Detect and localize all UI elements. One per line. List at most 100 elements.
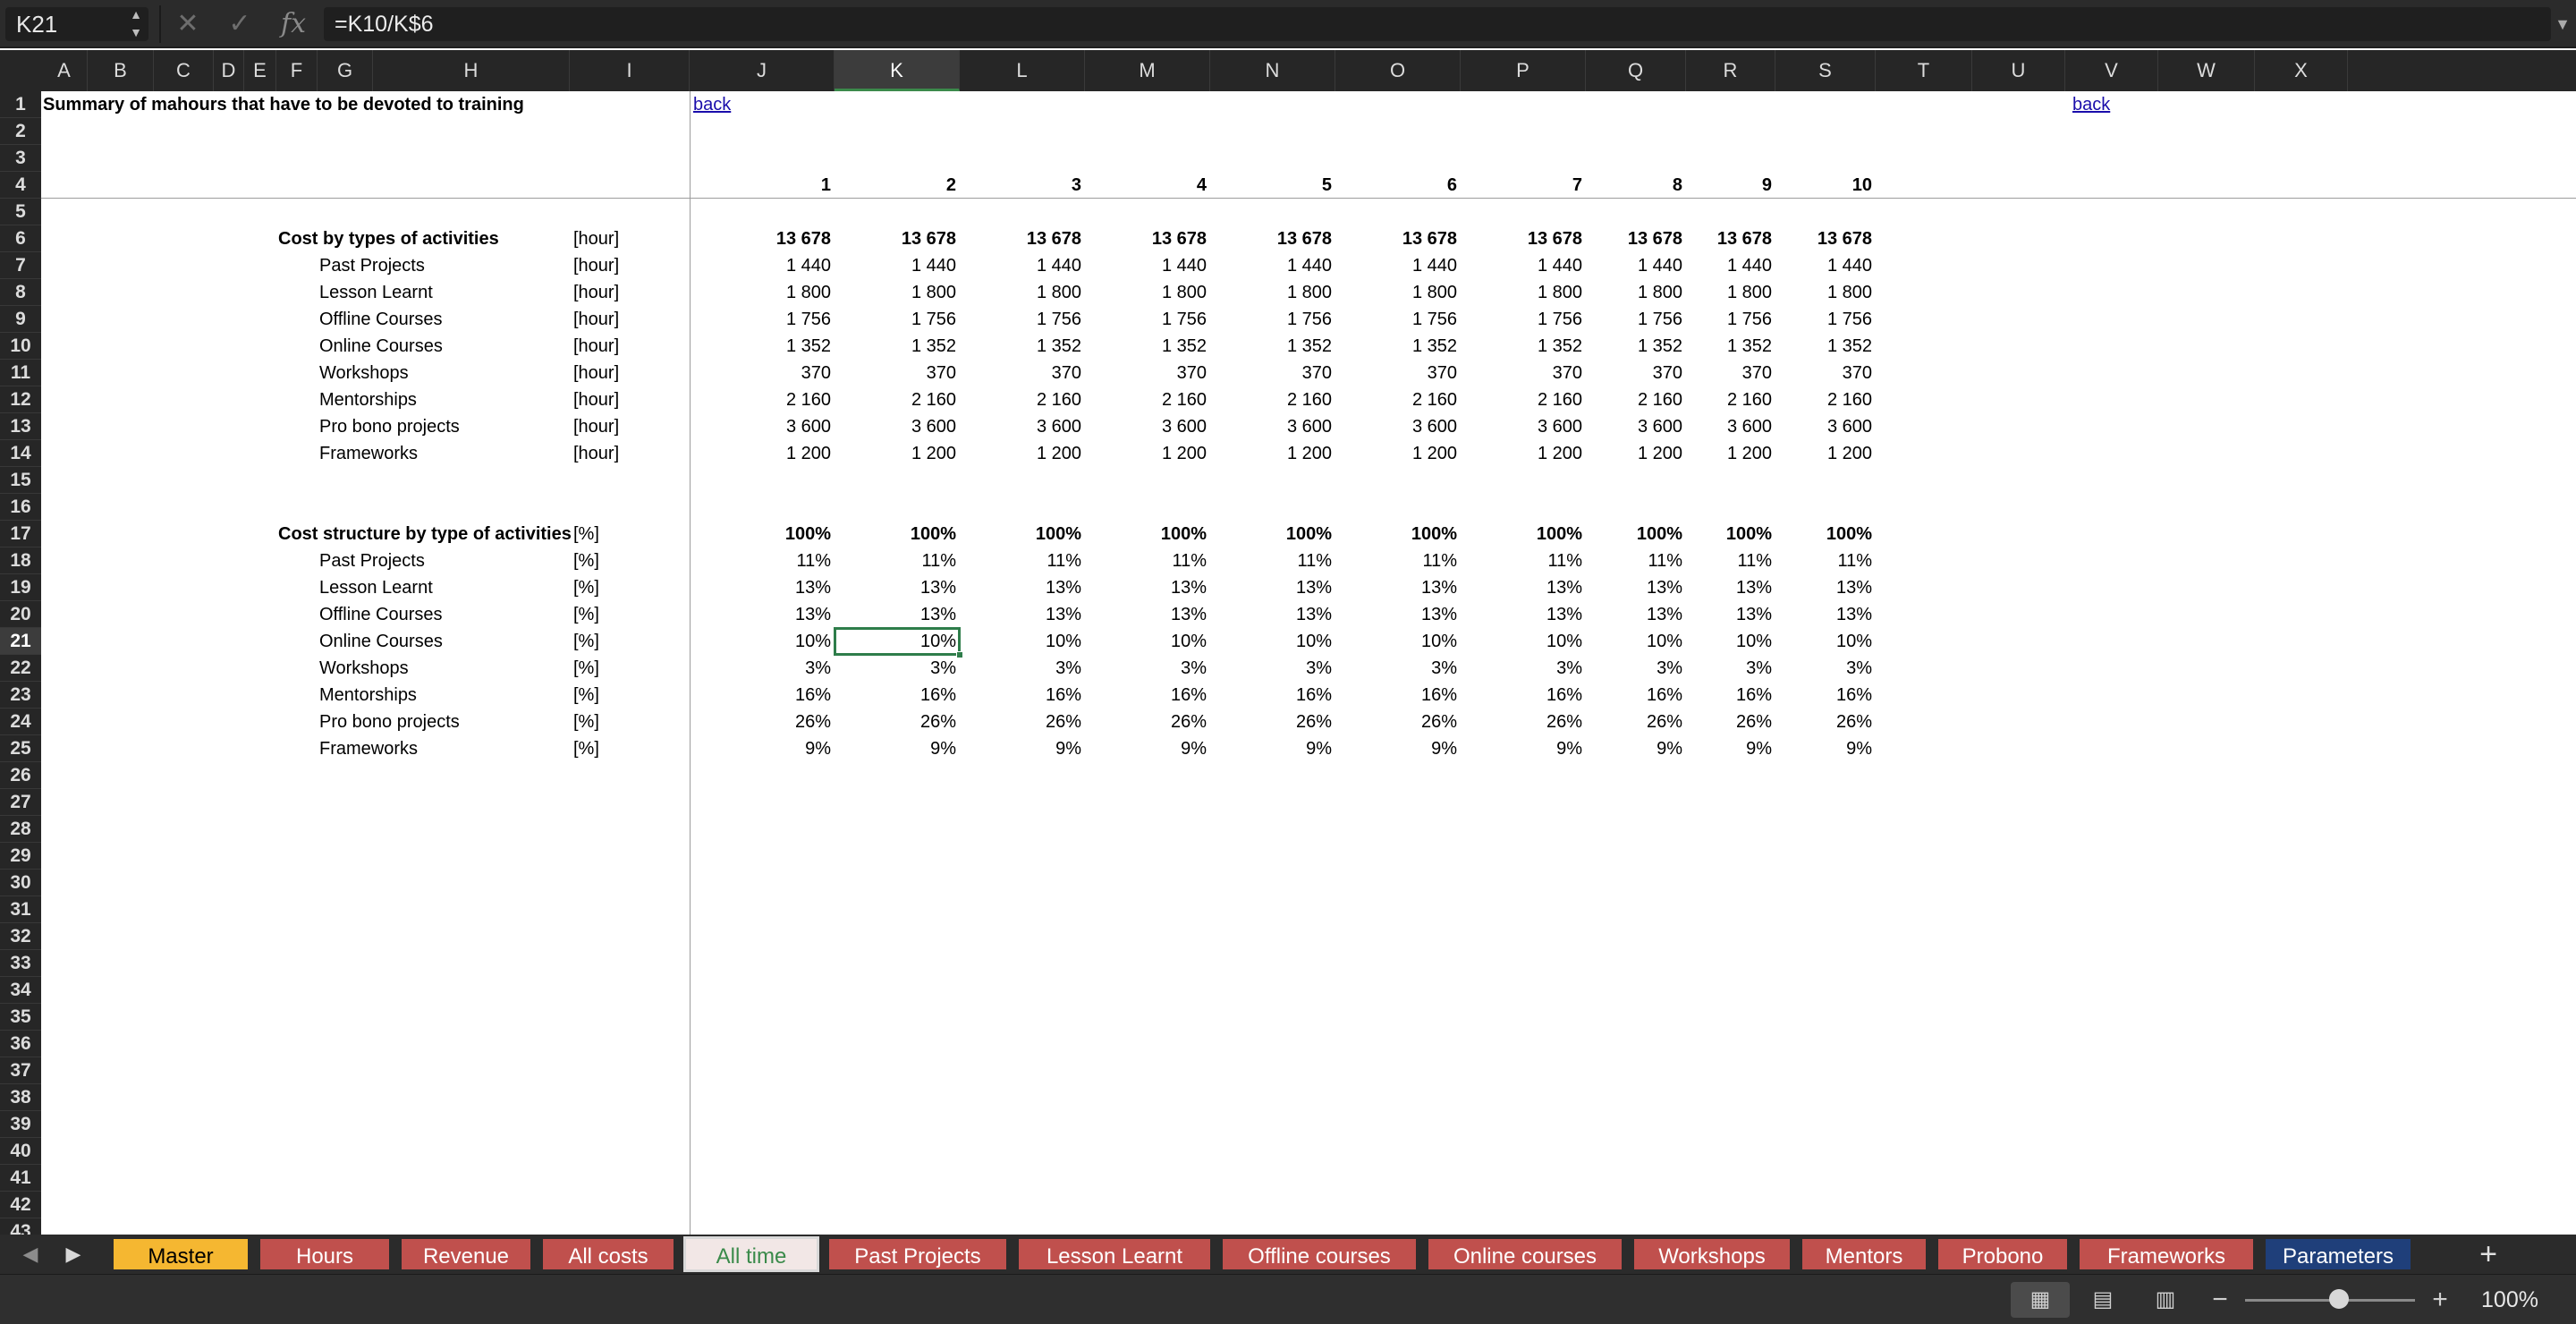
chevron-right-icon[interactable]: ▶	[55, 1235, 91, 1274]
sheet-tab-online-courses[interactable]: Online courses	[1426, 1236, 1624, 1272]
row-header-2[interactable]: 2	[0, 118, 41, 145]
row-header-39[interactable]: 39	[0, 1111, 41, 1138]
sheet-tab-mentors[interactable]: Mentors	[1800, 1236, 1928, 1272]
sheet-tab-parameters[interactable]: Parameters	[2263, 1236, 2413, 1272]
column-header-o[interactable]: O	[1335, 50, 1461, 91]
row-header-35[interactable]: 35	[0, 1004, 41, 1031]
row-header-25[interactable]: 25	[0, 735, 41, 762]
row-header-14[interactable]: 14	[0, 440, 41, 467]
chevron-left-icon[interactable]: ◀	[13, 1235, 48, 1274]
zoom-level[interactable]: 100%	[2460, 1282, 2560, 1318]
column-header-a[interactable]: A	[41, 50, 88, 91]
row-header-7[interactable]: 7	[0, 252, 41, 279]
sheet-tab-past-projects[interactable]: Past Projects	[826, 1236, 1009, 1272]
row-header-29[interactable]: 29	[0, 843, 41, 870]
row-header-20[interactable]: 20	[0, 601, 41, 628]
column-header-w[interactable]: W	[2158, 50, 2255, 91]
worksheet-grid[interactable]: Summary of mahours that have to be devot…	[41, 91, 2576, 1235]
row-header-28[interactable]: 28	[0, 816, 41, 843]
sheet-tab-revenue[interactable]: Revenue	[399, 1236, 533, 1272]
function-icon[interactable]: fx	[274, 5, 313, 43]
sheet-tab-probono[interactable]: Probono	[1936, 1236, 2070, 1272]
zoom-slider-thumb[interactable]	[2328, 1289, 2349, 1309]
name-box-stepper-icon[interactable]: ▲ ▼	[125, 5, 147, 43]
column-header-n[interactable]: N	[1210, 50, 1335, 91]
sheet-tab-all-costs[interactable]: All costs	[540, 1236, 676, 1272]
row-header-4[interactable]: 4	[0, 172, 41, 199]
column-header-m[interactable]: M	[1085, 50, 1210, 91]
row-header-36[interactable]: 36	[0, 1031, 41, 1057]
row-header-5[interactable]: 5	[0, 199, 41, 225]
column-header-f[interactable]: F	[276, 50, 318, 91]
column-header-g[interactable]: G	[318, 50, 373, 91]
row-header-19[interactable]: 19	[0, 574, 41, 601]
row-header-18[interactable]: 18	[0, 547, 41, 574]
row-header-1[interactable]: 1	[0, 91, 41, 118]
page-layout-view-button[interactable]: ▤	[2073, 1282, 2132, 1318]
column-header-c[interactable]: C	[154, 50, 214, 91]
row-header-9[interactable]: 9	[0, 306, 41, 333]
row-header-27[interactable]: 27	[0, 789, 41, 816]
row-header-32[interactable]: 32	[0, 923, 41, 950]
sheet-tab-workshops[interactable]: Workshops	[1631, 1236, 1792, 1272]
page-break-view-button[interactable]: ▥	[2136, 1282, 2195, 1318]
row-header-31[interactable]: 31	[0, 896, 41, 923]
row-header-13[interactable]: 13	[0, 413, 41, 440]
row-header-33[interactable]: 33	[0, 950, 41, 977]
sheet-tab-master[interactable]: Master	[111, 1236, 250, 1272]
column-header-u[interactable]: U	[1972, 50, 2065, 91]
back-link[interactable]: back	[693, 91, 747, 118]
column-header-t[interactable]: T	[1876, 50, 1972, 91]
check-icon[interactable]: ✓	[220, 5, 259, 43]
sheet-tab-hours[interactable]: Hours	[258, 1236, 392, 1272]
column-header-q[interactable]: Q	[1586, 50, 1686, 91]
row-header-37[interactable]: 37	[0, 1057, 41, 1084]
plus-icon[interactable]: +	[2424, 1280, 2456, 1320]
row-header-12[interactable]: 12	[0, 386, 41, 413]
row-header-16[interactable]: 16	[0, 494, 41, 521]
row-header-11[interactable]: 11	[0, 360, 41, 386]
column-header-h[interactable]: H	[373, 50, 570, 91]
column-header-e[interactable]: E	[244, 50, 276, 91]
plus-icon[interactable]: +	[2469, 1235, 2508, 1274]
column-header-x[interactable]: X	[2255, 50, 2348, 91]
row-header-8[interactable]: 8	[0, 279, 41, 306]
minus-icon[interactable]: −	[2204, 1280, 2236, 1320]
row-header-30[interactable]: 30	[0, 870, 41, 896]
row-header-21[interactable]: 21	[0, 628, 41, 655]
back-link[interactable]: back	[2072, 91, 2126, 118]
sheet-tab-lesson-learnt[interactable]: Lesson Learnt	[1016, 1236, 1213, 1272]
column-header-i[interactable]: I	[570, 50, 690, 91]
row-header-6[interactable]: 6	[0, 225, 41, 252]
row-header-40[interactable]: 40	[0, 1138, 41, 1165]
row-header-41[interactable]: 41	[0, 1165, 41, 1192]
normal-view-button[interactable]: ▦	[2011, 1282, 2070, 1318]
close-icon[interactable]: ✕	[168, 5, 208, 43]
row-header-15[interactable]: 15	[0, 467, 41, 494]
row-header-38[interactable]: 38	[0, 1084, 41, 1111]
column-header-l[interactable]: L	[960, 50, 1085, 91]
row-header-23[interactable]: 23	[0, 682, 41, 709]
row-header-24[interactable]: 24	[0, 709, 41, 735]
row-header-3[interactable]: 3	[0, 145, 41, 172]
column-header-b[interactable]: B	[88, 50, 154, 91]
column-header-s[interactable]: S	[1775, 50, 1876, 91]
column-header-r[interactable]: R	[1686, 50, 1775, 91]
row-header-17[interactable]: 17	[0, 521, 41, 547]
column-header-d[interactable]: D	[214, 50, 244, 91]
column-header-p[interactable]: P	[1461, 50, 1586, 91]
formula-input[interactable]: =K10/K$6	[324, 7, 2551, 41]
row-header-26[interactable]: 26	[0, 762, 41, 789]
sheet-tab-frameworks[interactable]: Frameworks	[2077, 1236, 2256, 1272]
column-header-k[interactable]: K	[835, 50, 960, 91]
row-header-42[interactable]: 42	[0, 1192, 41, 1218]
row-header-10[interactable]: 10	[0, 333, 41, 360]
chevron-down-icon[interactable]: ▼	[2551, 9, 2574, 39]
row-header-22[interactable]: 22	[0, 655, 41, 682]
row-header-34[interactable]: 34	[0, 977, 41, 1004]
sheet-tab-offline-courses[interactable]: Offline courses	[1220, 1236, 1419, 1272]
sheet-tab-all-time[interactable]: All time	[683, 1236, 819, 1272]
column-header-j[interactable]: J	[690, 50, 835, 91]
column-header-v[interactable]: V	[2065, 50, 2158, 91]
fill-handle[interactable]	[956, 651, 963, 658]
